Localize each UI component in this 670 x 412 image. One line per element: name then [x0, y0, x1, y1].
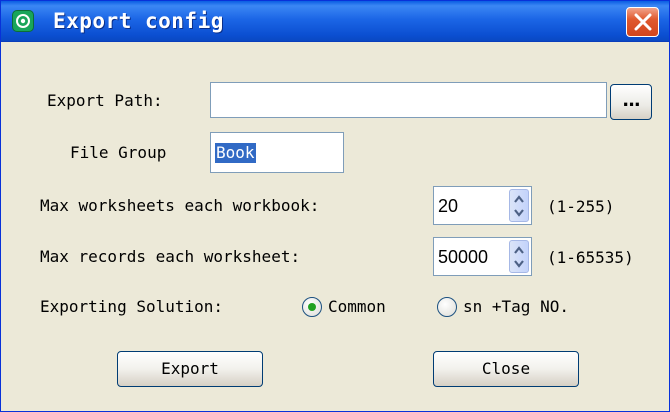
radio-sn-tag[interactable]	[437, 297, 457, 317]
title-bar[interactable]: Export config	[1, 1, 669, 42]
max-worksheets-spinner[interactable]: 20	[433, 186, 532, 225]
radio-selected-dot	[308, 303, 316, 311]
radio-sn-tag-label[interactable]: sn +Tag NO.	[463, 297, 569, 317]
spin-down-icon[interactable]	[513, 259, 525, 269]
spin-up-icon[interactable]	[513, 194, 525, 204]
max-worksheets-value: 20	[438, 196, 459, 216]
export-path-label: Export Path:	[47, 91, 163, 110]
exporting-solution-label: Exporting Solution:	[40, 297, 224, 316]
close-button[interactable]: Close	[433, 351, 579, 387]
app-icon	[12, 10, 34, 32]
export-config-dialog: Export config Export Path: ... File Grou…	[0, 0, 670, 412]
close-window-button[interactable]	[626, 7, 659, 37]
export-path-input[interactable]	[210, 82, 607, 118]
window-title: Export config	[53, 9, 224, 33]
export-button[interactable]: Export	[117, 351, 263, 387]
file-group-input[interactable]: Book	[210, 132, 344, 173]
radio-common[interactable]	[302, 297, 322, 317]
max-records-value: 50000	[438, 247, 489, 267]
max-records-label: Max records each worksheet:	[40, 247, 301, 266]
max-worksheets-spin-buttons[interactable]	[509, 189, 529, 222]
browse-button[interactable]: ...	[610, 84, 652, 120]
max-worksheets-range: (1-255)	[547, 197, 615, 216]
browse-button-label: ...	[622, 90, 641, 111]
spin-up-icon[interactable]	[513, 245, 525, 255]
max-records-spin-buttons[interactable]	[509, 240, 529, 273]
close-icon	[634, 13, 652, 31]
file-group-value: Book	[215, 143, 256, 163]
max-records-spinner[interactable]: 50000	[433, 237, 532, 276]
file-group-label: File Group	[70, 143, 167, 162]
spin-down-icon[interactable]	[513, 208, 525, 218]
radio-common-label[interactable]: Common	[328, 297, 386, 317]
max-worksheets-label: Max worksheets each workbook:	[40, 196, 320, 215]
max-records-range: (1-65535)	[547, 248, 634, 267]
